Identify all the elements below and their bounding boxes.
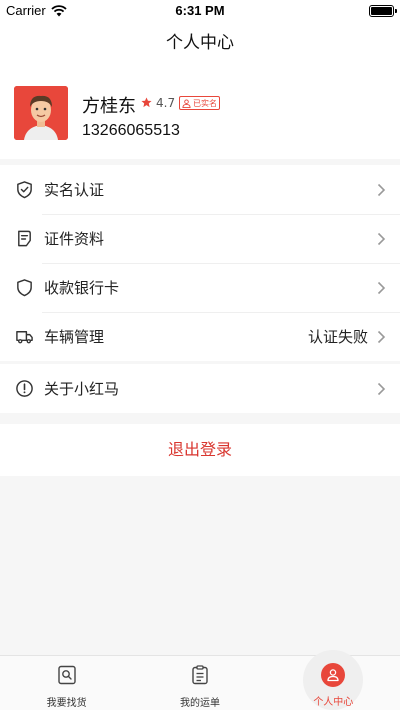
star-icon bbox=[141, 97, 152, 108]
chevron-right-icon bbox=[377, 183, 386, 196]
menu-item-bank-card[interactable]: 收款银行卡 bbox=[0, 263, 400, 312]
tab-label: 我的运单 bbox=[179, 698, 220, 709]
page-title: 个人中心 bbox=[0, 22, 400, 64]
menu-item-real-name-auth[interactable]: 实名认证 bbox=[0, 165, 400, 214]
menu-item-label: 实名认证 bbox=[44, 181, 105, 199]
user-name: 方桂东 bbox=[82, 96, 136, 117]
menu-item-about[interactable]: 关于小红马 bbox=[0, 364, 400, 413]
person-badge-icon bbox=[182, 98, 191, 108]
tab-profile[interactable]: 个人中心 bbox=[267, 650, 400, 710]
clipboard-icon bbox=[192, 665, 208, 685]
profile-card[interactable]: 方桂东 4.7 已实名 13266065513 bbox=[0, 64, 400, 159]
tab-find-goods[interactable]: 我要找货 bbox=[0, 656, 133, 710]
chevron-right-icon bbox=[377, 382, 386, 395]
menu-item-label: 关于小红马 bbox=[44, 380, 120, 398]
shield-check-icon bbox=[17, 181, 32, 199]
status-bar: Carrier 6:31 PM bbox=[0, 0, 400, 22]
user-icon bbox=[321, 663, 346, 687]
tab-my-waybills[interactable]: 我的运单 bbox=[133, 656, 266, 710]
menu-item-label: 车辆管理 bbox=[44, 328, 105, 346]
menu-item-label: 证件资料 bbox=[44, 230, 105, 248]
tab-bar: 我要找货 我的运单 个人中心 bbox=[0, 650, 400, 710]
menu-item-label: 收款银行卡 bbox=[44, 279, 120, 297]
vehicle-status: 认证失败 bbox=[307, 328, 368, 346]
verified-badge: 已实名 bbox=[179, 96, 220, 110]
find-goods-icon bbox=[57, 665, 76, 685]
shield-icon bbox=[17, 279, 32, 297]
avatar-illustration bbox=[14, 86, 68, 140]
user-phone: 13266065513 bbox=[82, 122, 180, 139]
battery-icon bbox=[369, 5, 397, 17]
chevron-right-icon bbox=[377, 281, 386, 294]
verified-badge-label: 已实名 bbox=[193, 98, 217, 108]
tab-label: 我要找货 bbox=[46, 698, 87, 709]
info-icon bbox=[16, 380, 33, 397]
chevron-right-icon bbox=[377, 330, 386, 343]
menu-group-about: 关于小红马 bbox=[0, 364, 400, 413]
menu-group-account: 实名认证 证件资料 收款银行卡 车辆管理 认证失败 bbox=[0, 165, 400, 361]
chevron-right-icon bbox=[377, 232, 386, 245]
truck-icon bbox=[16, 331, 33, 344]
menu-item-documents[interactable]: 证件资料 bbox=[0, 214, 400, 263]
user-rating: 4.7 bbox=[156, 96, 176, 110]
logout-button[interactable]: 退出登录 bbox=[0, 424, 400, 476]
tab-label: 个人中心 bbox=[313, 697, 354, 708]
status-time: 6:31 PM bbox=[175, 3, 225, 18]
document-icon bbox=[18, 230, 31, 247]
avatar[interactable] bbox=[14, 86, 68, 140]
menu-item-vehicle-management[interactable]: 车辆管理 认证失败 bbox=[0, 312, 400, 361]
